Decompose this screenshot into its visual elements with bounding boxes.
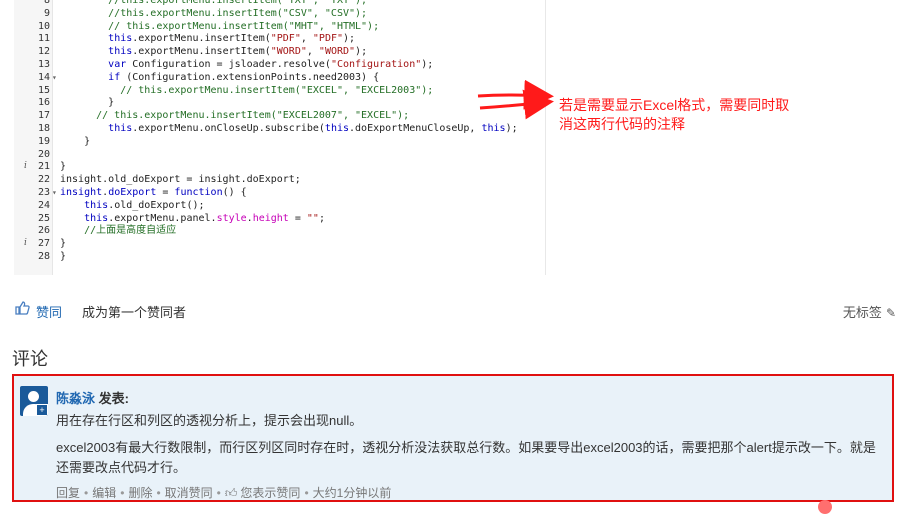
code-text: } [60, 238, 67, 250]
code-text: // this.exportMenu.insertItem("EXCEL2007… [60, 110, 410, 122]
line-number: 24 [37, 199, 50, 211]
liked-text: 您表示赞同 [240, 486, 301, 500]
line-number: 10 [37, 20, 50, 32]
line-number: 15 [37, 84, 50, 96]
thumbs-up-icon[interactable] [14, 300, 30, 316]
annotation-line-2: 消这两行代码的注释 [559, 116, 685, 132]
code-text: } [60, 97, 115, 109]
line-number: 12 [37, 46, 50, 58]
code-text: insight.old_doExport = insight.doExport; [60, 174, 301, 186]
line-number: 28 [37, 251, 50, 262]
code-text: } [60, 135, 91, 147]
line-number: 13 [37, 59, 50, 70]
code-text: this.exportMenu.onCloseUp.subscribe(this… [108, 123, 518, 134]
comment-text-1: 用在存在行区和列区的透视分析上，提示会出现null。 [56, 413, 363, 428]
tag-area[interactable]: 无标签 ✎ [843, 302, 896, 321]
comment-author-name[interactable]: 陈淼泳 [56, 391, 95, 406]
code-text: this.exportMenu.panel.style.height = ""; [84, 212, 325, 224]
line-number: 17 [37, 110, 50, 122]
line-number: 25 [37, 212, 50, 224]
code-text: //this.exportMenu.insertItem("CSV", "CSV… [60, 7, 368, 19]
avatar-head-shape [28, 391, 39, 402]
comment-text-2: excel2003有最大行数限制，而行区列区同时存在时，透视分析没法获取总行数。… [56, 440, 876, 475]
code-text: if (Configuration.extensionPoints.need20… [108, 71, 380, 83]
line-number: 21 [37, 161, 50, 173]
separator: • [120, 486, 125, 500]
separator: • [84, 486, 89, 500]
line-number: 26 [37, 225, 50, 237]
pencil-icon[interactable]: ✎ [886, 306, 896, 320]
line-number: 19 [37, 135, 50, 147]
fold-toggle-icon[interactable]: ▾ [52, 186, 57, 199]
line-number: 18 [37, 123, 50, 134]
comment-author-line: 陈淼泳 发表: [56, 388, 129, 407]
line-number: 27 [37, 238, 50, 250]
separator: • [216, 486, 221, 500]
code-text: var Configuration = jsloader.resolve("Co… [108, 59, 434, 70]
delete-link[interactable]: 删除 [128, 484, 152, 501]
code-text: this.exportMenu.insertItem("PDF", "PDF")… [108, 33, 356, 45]
code-text: } [60, 161, 67, 173]
avatar[interactable]: + [20, 386, 48, 416]
fold-toggle-icon[interactable]: ▾ [52, 71, 57, 84]
code-text: this.old_doExport(); [84, 199, 205, 211]
line-number: 16 [37, 97, 50, 109]
separator: • [304, 486, 309, 500]
line-number: 20 [37, 148, 50, 160]
line-number: 9 [43, 7, 50, 19]
small-thumbs-up-icon: 👍︎ [224, 486, 238, 500]
add-follow-icon[interactable]: + [36, 404, 48, 416]
tag-label: 无标签 [842, 305, 882, 320]
code-block: 8 //this.exportMenu.insertItem("TXT", "T… [14, 0, 544, 275]
line-number: 22 [37, 174, 50, 186]
annotation-line-1: 若是需要显示Excel格式，需要同时取 [559, 97, 790, 113]
code-text: insight.doExport = function() { [60, 187, 247, 198]
line-number: 11 [37, 33, 50, 45]
first-like-text: 成为第一个赞同者 [82, 305, 187, 320]
code-text: this.exportMenu.insertItem("WORD", "WORD… [108, 46, 368, 58]
unlike-link[interactable]: 取消赞同 [165, 484, 213, 501]
code-divider [545, 0, 546, 275]
reply-link[interactable]: 回复 [56, 484, 80, 501]
comment-actions: 回复 • 编辑 • 删除 • 取消赞同 • 👍︎ 您表示赞同 • 大约1分钟以前 [56, 484, 391, 501]
code-text: //上面是高度自适应 [60, 225, 177, 237]
comment-posted-label: 发表: [98, 391, 129, 406]
edit-link[interactable]: 编辑 [92, 484, 116, 501]
like-bar: 赞同 成为第一个赞同者 无标签 ✎ [14, 300, 904, 320]
line-number: 14 [37, 71, 50, 83]
separator: • [156, 486, 161, 500]
code-text: // this.exportMenu.insertItem("MHT", "HT… [60, 20, 380, 32]
code-text: } [60, 251, 67, 262]
comment-item: + 陈淼泳 发表: 用在存在行区和列区的透视分析上，提示会出现null。 exc… [12, 374, 894, 502]
comment-time: 大约1分钟以前 [312, 486, 392, 500]
floating-button[interactable] [818, 500, 832, 514]
like-button[interactable]: 赞同 [36, 302, 62, 321]
code-text: // this.exportMenu.insertItem("EXCEL", "… [60, 84, 434, 96]
red-arrow-icon [477, 80, 554, 120]
line-number: 23 [37, 187, 50, 198]
comments-heading: 评论 [12, 349, 48, 369]
annotation-text: 若是需要显示Excel格式，需要同时取 消这两行代码的注释 [559, 96, 819, 134]
